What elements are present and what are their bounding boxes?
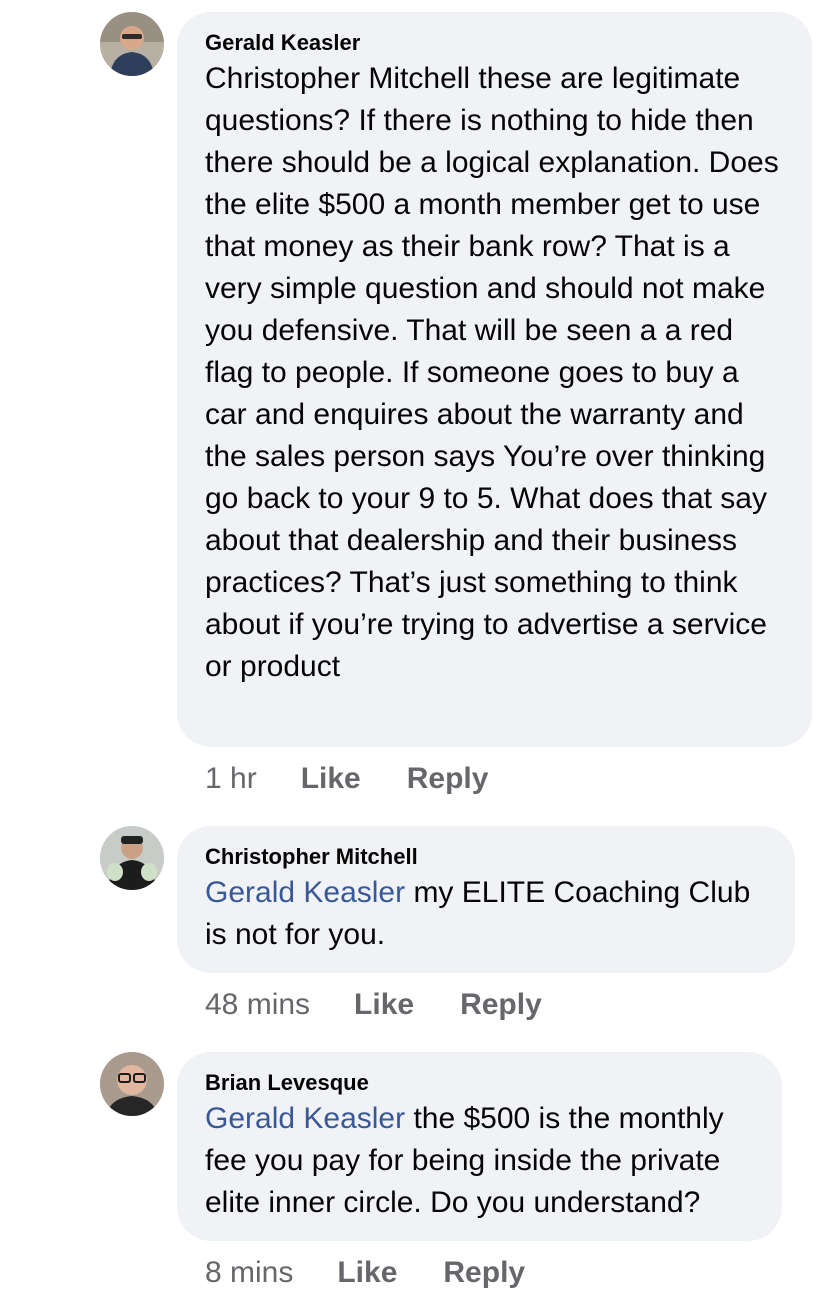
- like-button[interactable]: Like: [354, 988, 414, 1022]
- comment-author[interactable]: Gerald Keasler: [205, 30, 784, 56]
- comment-timestamp[interactable]: 8 mins: [205, 1256, 293, 1290]
- avatar[interactable]: [100, 826, 164, 890]
- mention-link[interactable]: Gerald Keasler: [205, 876, 405, 909]
- comment-author[interactable]: Brian Levesque: [205, 1070, 754, 1096]
- reply-button[interactable]: Reply: [407, 762, 489, 796]
- avatar[interactable]: [100, 1052, 164, 1116]
- comment-text: Gerald Keasler my ELITE Coaching Club is…: [205, 872, 767, 956]
- comment-text: Christopher Mitchell these are legitimat…: [205, 58, 784, 688]
- comment-actions: 48 mins Like Reply: [205, 988, 588, 1022]
- comment-author[interactable]: Christopher Mitchell: [205, 844, 767, 870]
- comment-bubble: Brian Levesque Gerald Keasler the $500 i…: [177, 1052, 782, 1241]
- comment-body: Christopher Mitchell these are legitimat…: [205, 62, 779, 683]
- comment-bubble: Gerald Keasler Christopher Mitchell thes…: [177, 12, 812, 747]
- comment-timestamp[interactable]: 1 hr: [205, 762, 257, 796]
- mention-link[interactable]: Gerald Keasler: [205, 1102, 405, 1135]
- avatar-image: [100, 1052, 164, 1116]
- comment-actions: 1 hr Like Reply: [205, 762, 534, 796]
- comment-bubble: Christopher Mitchell Gerald Keasler my E…: [177, 826, 795, 973]
- comment-actions: 8 mins Like Reply: [205, 1256, 571, 1290]
- like-button[interactable]: Like: [301, 762, 361, 796]
- like-button[interactable]: Like: [337, 1256, 397, 1290]
- avatar[interactable]: [100, 12, 164, 76]
- comment-timestamp[interactable]: 48 mins: [205, 988, 310, 1022]
- comment-text: Gerald Keasler the $500 is the monthly f…: [205, 1098, 754, 1224]
- reply-button[interactable]: Reply: [460, 988, 542, 1022]
- avatar-image: [100, 826, 164, 890]
- avatar-image: [100, 12, 164, 76]
- reply-button[interactable]: Reply: [443, 1256, 525, 1290]
